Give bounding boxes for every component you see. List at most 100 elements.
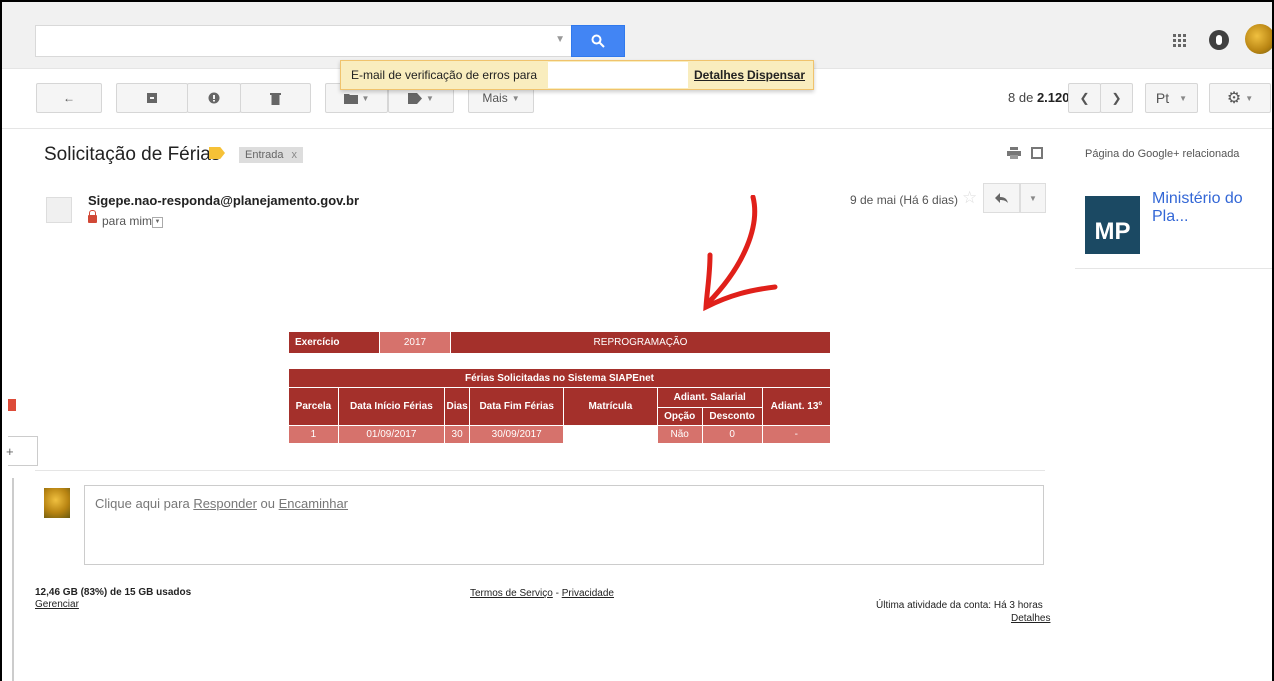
star-icon[interactable]: ☆ — [962, 188, 977, 208]
search-options-icon[interactable]: ▼ — [555, 34, 565, 45]
annotation-arrow — [703, 195, 778, 312]
chevron-down-icon: ▼ — [511, 93, 520, 103]
privacy-link[interactable]: Privacidade — [562, 588, 614, 599]
reprogramacao-label: REPROGRAMAÇÃO — [450, 331, 831, 354]
notifications-icon[interactable] — [1209, 30, 1229, 50]
dismiss-link[interactable]: Dispensar — [747, 68, 805, 82]
counter-position: 8 de — [1008, 90, 1034, 105]
left-scroll-track — [12, 478, 14, 681]
cell-adiant-13: - — [761, 425, 832, 444]
chevron-down-icon: ▼ — [1245, 93, 1254, 103]
reply-prompt: Clique aqui para Responder ou Encaminhar — [95, 496, 348, 511]
col-parcela: Parcela — [288, 387, 339, 426]
more-actions-button[interactable]: ▼ — [1020, 183, 1046, 213]
search-button[interactable] — [571, 25, 625, 57]
user-avatar — [44, 488, 70, 518]
chevron-down-icon: ▼ — [426, 93, 434, 103]
message-counter: 8 de 2.120 — [1008, 90, 1069, 105]
exercicio-label: Exercício — [288, 331, 380, 354]
email-subject: Solicitação de Férias — [44, 144, 221, 165]
sender-email[interactable]: Sigepe.nao-responda@planejamento.gov.br — [88, 193, 359, 208]
report-spam-button[interactable] — [187, 83, 241, 113]
terms-separator: - — [555, 588, 559, 599]
plus-icon[interactable]: + — [6, 444, 14, 459]
ferias-table-title: Férias Solicitadas no Sistema SIAPEnet — [288, 368, 831, 388]
more-label: Mais — [482, 91, 508, 105]
email-date: 9 de mai (Há 6 dias) — [850, 193, 959, 207]
email-separator — [35, 470, 1045, 471]
spam-icon — [208, 92, 220, 104]
gear-icon: ⚙ — [1226, 90, 1242, 107]
remove-label-icon[interactable]: x — [292, 149, 298, 161]
counter-total: 2.120 — [1036, 90, 1070, 105]
cell-desconto: 0 — [701, 425, 763, 444]
cell-dias: 30 — [443, 425, 471, 444]
frame-top — [0, 0, 1274, 2]
recipient-details-icon[interactable]: ▼ — [152, 217, 163, 228]
archive-icon — [147, 93, 157, 103]
cell-data-inicio: 01/09/2017 — [337, 425, 445, 444]
terms-links: Termos de Serviço - Privacidade — [470, 588, 614, 599]
cell-matricula — [563, 425, 658, 444]
archive-button[interactable] — [116, 83, 188, 113]
language-button[interactable]: Pt ▼ — [1145, 83, 1198, 113]
back-button[interactable]: ← — [36, 83, 102, 113]
notification-message: E-mail de verificação de erros para — [351, 68, 538, 82]
newer-button[interactable]: ❮ — [1068, 83, 1101, 113]
settings-button[interactable]: ⚙ ▼ — [1209, 83, 1271, 113]
manage-storage-link[interactable]: Gerenciar — [35, 599, 79, 610]
reply-icon — [995, 193, 1008, 203]
cell-data-fim: 30/09/2017 — [469, 425, 565, 444]
chevron-left-icon: ❮ — [1079, 91, 1090, 105]
lock-icon — [88, 210, 97, 223]
delete-button[interactable] — [240, 83, 311, 113]
toolbar-divider — [2, 128, 1272, 129]
sender-avatar — [46, 197, 72, 223]
redacted-email — [548, 62, 688, 88]
label-icon — [408, 92, 423, 104]
cell-parcela: 1 — [288, 425, 339, 444]
cell-opcao: Não — [656, 425, 703, 444]
forward-link[interactable]: Encaminhar — [279, 496, 348, 511]
gplus-page-link[interactable]: Ministério do Pla... — [1152, 190, 1274, 226]
label-chip-inbox[interactable]: Entrada x — [239, 147, 304, 163]
print-icon[interactable] — [1007, 147, 1021, 159]
apps-grid-icon[interactable] — [1173, 34, 1187, 48]
recipient-text: para mim — [102, 214, 153, 228]
trash-icon — [270, 92, 281, 105]
chevron-down-icon: ▼ — [1179, 93, 1188, 103]
sidebar-divider — [1075, 268, 1274, 269]
last-activity: Última atividade da conta: Há 3 horas — [876, 600, 1043, 611]
mp-logo[interactable]: MP — [1085, 196, 1140, 254]
frame-left — [0, 0, 2, 681]
table-row: 1 01/09/2017 30 30/09/2017 Não 0 - — [288, 425, 832, 444]
label-chip-text: Entrada — [245, 149, 284, 161]
important-marker-icon[interactable] — [209, 147, 225, 159]
chevron-down-icon: ▼ — [361, 93, 370, 103]
error-notification: E-mail de verificação de erros para Deta… — [340, 60, 814, 90]
col-data-fim: Data Fim Férias — [469, 387, 565, 426]
chevron-down-icon: ▼ — [1029, 193, 1037, 203]
col-matricula: Matrícula — [563, 387, 658, 426]
col-dias: Dias — [443, 387, 471, 426]
col-data-inicio: Data Início Férias — [337, 387, 445, 426]
terms-link[interactable]: Termos de Serviço — [470, 588, 553, 599]
account-avatar[interactable] — [1245, 24, 1274, 54]
col-adiant-13: Adiant. 13º — [761, 387, 832, 426]
activity-details-link[interactable]: Detalhes — [1011, 613, 1050, 624]
new-window-icon[interactable] — [1031, 147, 1043, 159]
language-label: Pt — [1155, 90, 1170, 106]
search-input[interactable]: ▼ — [35, 25, 572, 57]
col-adiant-salarial: Adiant. Salarial — [656, 387, 763, 408]
col-desconto: Desconto — [701, 407, 763, 426]
gplus-related-label: Página do Google+ relacionada — [1085, 148, 1240, 160]
reply-link[interactable]: Responder — [193, 496, 257, 511]
reply-or: ou — [260, 496, 276, 511]
reply-button[interactable] — [983, 183, 1020, 213]
ferias-table: Férias Solicitadas no Sistema SIAPEnet P… — [288, 368, 832, 444]
storage-usage: 12,46 GB (83%) de 15 GB usados — [35, 587, 192, 598]
details-link[interactable]: Detalhes — [694, 68, 744, 82]
older-button[interactable]: ❯ — [1100, 83, 1133, 113]
exercicio-year: 2017 — [379, 331, 451, 354]
reply-prefix: Clique aqui para — [95, 496, 190, 511]
